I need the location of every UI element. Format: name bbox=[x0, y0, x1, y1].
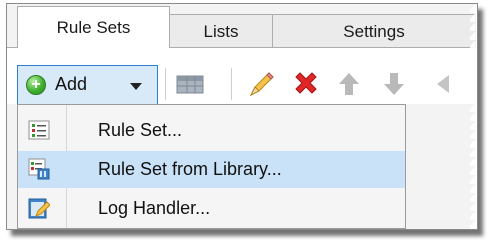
add-dropdown-menu: Rule Set... Rule Set from Library... Log… bbox=[17, 104, 406, 229]
menu-item-rule-set[interactable]: Rule Set... bbox=[18, 112, 405, 149]
add-label: Add bbox=[55, 74, 88, 94]
menu-item-label: Rule Set from Library... bbox=[98, 159, 282, 179]
add-button[interactable]: + Add bbox=[17, 65, 158, 105]
library-icon bbox=[28, 158, 50, 180]
menu-item-label: Rule Set... bbox=[98, 120, 183, 140]
menu-item-label: Log Handler... bbox=[98, 198, 211, 218]
toolbar-separator bbox=[231, 68, 232, 100]
pencil-icon[interactable] bbox=[247, 69, 277, 99]
tab-label: Lists bbox=[203, 21, 239, 41]
tab-settings[interactable]: Settings bbox=[272, 14, 476, 48]
rule-set-icon bbox=[28, 119, 50, 141]
tab-label: Settings bbox=[343, 21, 405, 41]
arrow-up-icon[interactable] bbox=[334, 69, 364, 99]
delete-x-icon[interactable] bbox=[291, 69, 321, 99]
more-icon[interactable] bbox=[425, 69, 455, 99]
add-circle-icon: + bbox=[26, 75, 46, 95]
arrow-down-icon[interactable] bbox=[379, 69, 409, 99]
menu-item-rule-set-from-library[interactable]: Rule Set from Library... bbox=[18, 151, 405, 188]
tab-lists[interactable]: Lists bbox=[169, 14, 273, 48]
app-window: Rule Sets Lists Settings + Add Rule Set.… bbox=[6, 3, 478, 230]
tab-bar: Rule Sets Lists Settings bbox=[7, 4, 477, 48]
tab-rule-sets[interactable]: Rule Sets bbox=[17, 6, 170, 48]
menu-item-log-handler[interactable]: Log Handler... bbox=[18, 190, 405, 227]
log-handler-icon bbox=[28, 197, 51, 219]
tab-label: Rule Sets bbox=[56, 17, 131, 37]
chevron-down-icon bbox=[130, 83, 142, 90]
grid-icon[interactable] bbox=[175, 69, 205, 99]
toolbar-separator bbox=[165, 68, 166, 100]
